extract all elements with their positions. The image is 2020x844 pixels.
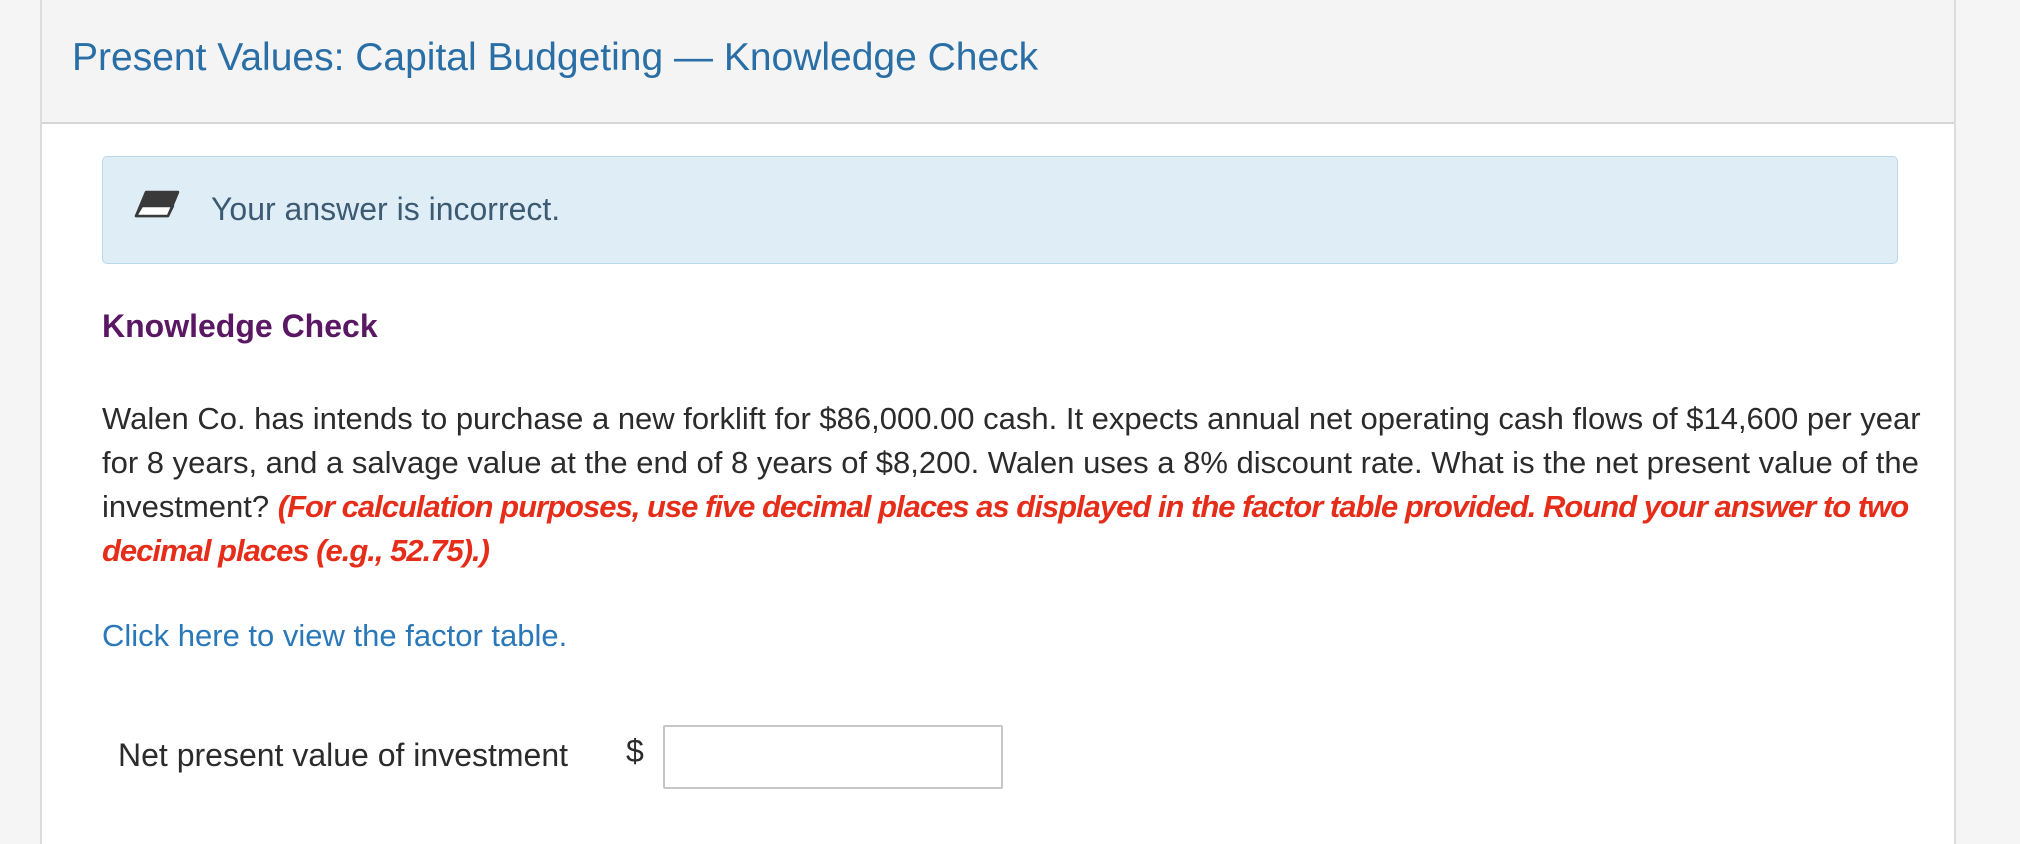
eraser-icon: [133, 189, 181, 225]
question-instruction: (For calculation purposes, use five deci…: [102, 489, 1909, 568]
panel-header: Present Values: Capital Budgeting — Know…: [42, 0, 1954, 124]
currency-symbol: $: [626, 733, 644, 769]
question-panel: Present Values: Capital Budgeting — Know…: [40, 0, 1956, 844]
section-heading: Knowledge Check: [102, 308, 378, 344]
feedback-alert: Your answer is incorrect.: [102, 156, 1898, 264]
net-present-value-input[interactable]: [663, 725, 1003, 789]
factor-table-link[interactable]: Click here to view the factor table.: [102, 618, 567, 654]
question-text: Walen Co. has intends to purchase a new …: [102, 397, 1942, 573]
answer-label: Net present value of investment: [118, 737, 569, 773]
feedback-message: Your answer is incorrect.: [211, 191, 561, 227]
page-title: Present Values: Capital Budgeting — Know…: [72, 36, 1039, 79]
